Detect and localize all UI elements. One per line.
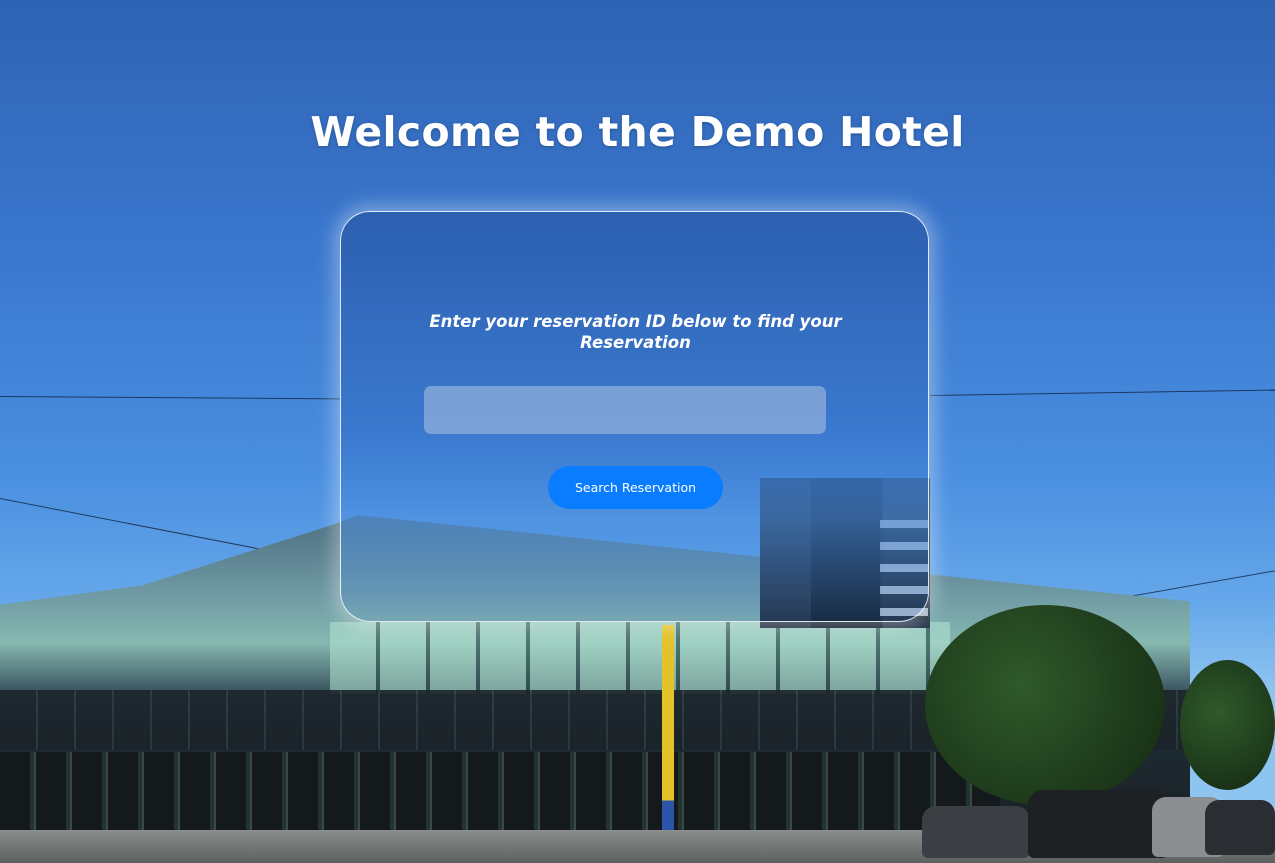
car <box>1205 800 1275 855</box>
mall-glass-facade <box>330 622 950 694</box>
page-background: Welcome to the Demo Hotel Enter your res… <box>0 0 1275 863</box>
reservation-search-card: Enter your reservation ID below to find … <box>340 211 929 622</box>
yellow-pole <box>662 625 674 850</box>
car <box>922 806 1030 858</box>
car <box>1028 790 1168 858</box>
page-title: Welcome to the Demo Hotel <box>310 108 965 156</box>
search-reservation-button[interactable]: Search Reservation <box>548 466 723 509</box>
tree <box>1180 660 1275 790</box>
reservation-id-input[interactable] <box>424 386 826 434</box>
shopfront <box>0 752 1000 832</box>
power-line <box>0 396 340 400</box>
tree <box>925 605 1165 805</box>
reservation-prompt: Enter your reservation ID below to find … <box>429 312 842 352</box>
power-line <box>929 389 1275 396</box>
